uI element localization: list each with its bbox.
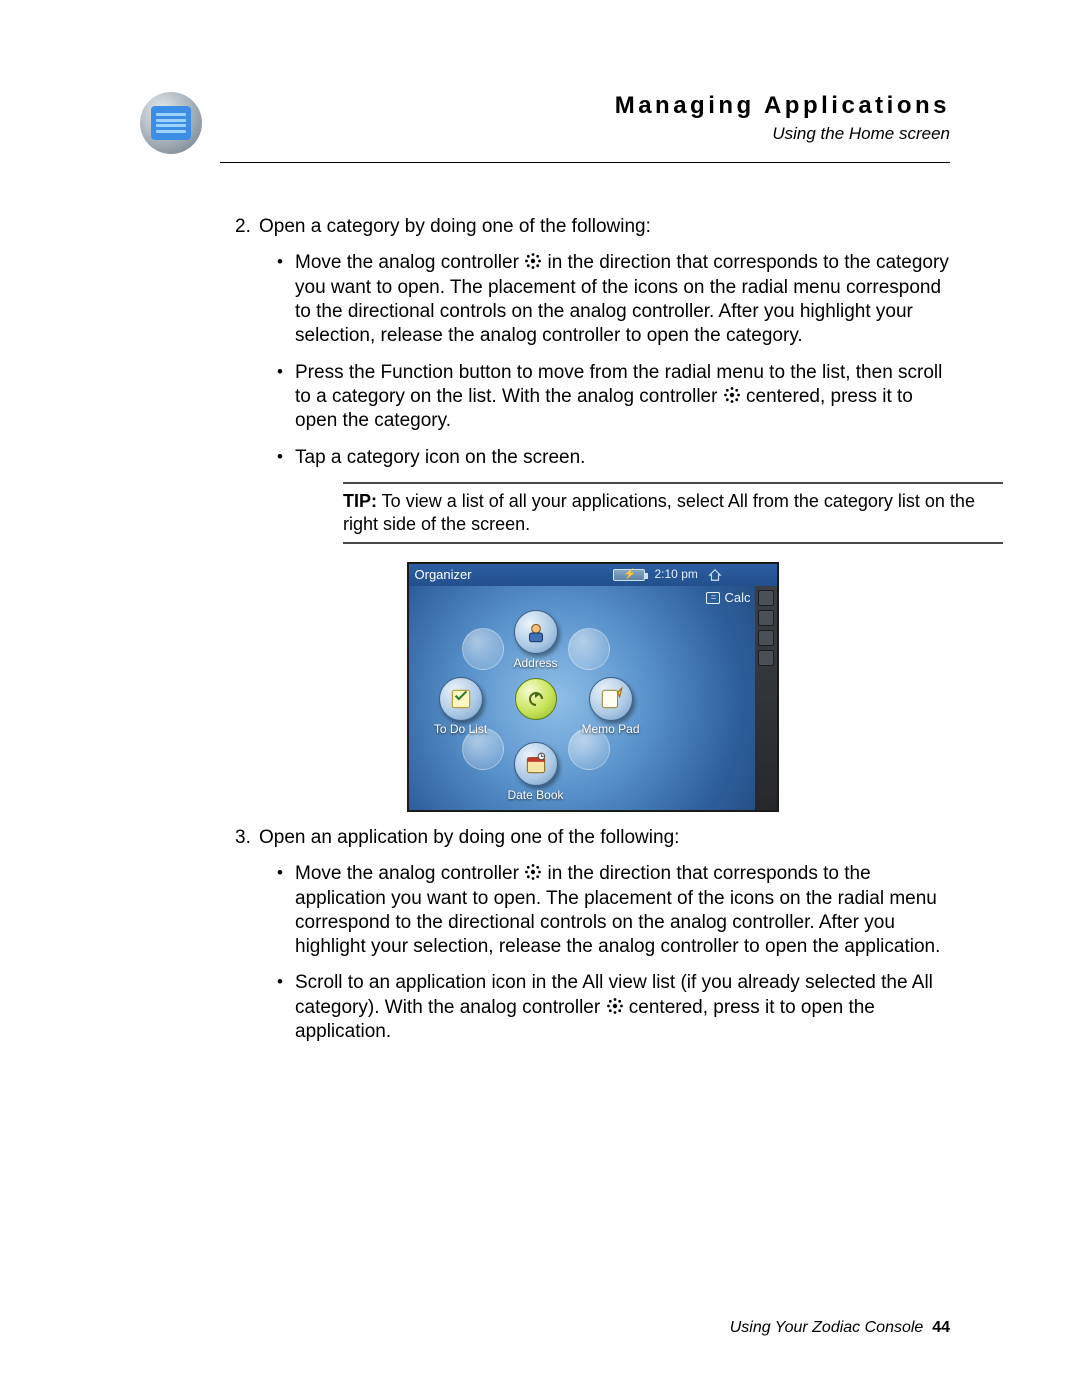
bullet-text: Press the Function button to move from t… <box>295 361 950 434</box>
list-icon <box>151 106 191 140</box>
side-button <box>758 650 774 666</box>
datebook-label: Date Book <box>496 788 576 803</box>
analog-controller-icon <box>723 386 741 404</box>
section-title: Using the Home screen <box>202 124 950 144</box>
analog-controller-icon <box>606 997 624 1015</box>
device-screenshot: Organizer ⚡ 2:10 pm = Calc <box>407 562 779 812</box>
battery-icon: ⚡ <box>613 569 645 581</box>
bullet-dot: • <box>277 971 295 1044</box>
bullet-text: Tap a category icon on the screen. <box>295 446 950 470</box>
clock-text: 2:10 pm <box>655 567 698 582</box>
bullet-dot: • <box>277 361 295 434</box>
bullet-dot: • <box>277 251 295 348</box>
side-button <box>758 590 774 606</box>
address-app-icon <box>514 610 558 654</box>
titlebar-title: Organizer <box>409 567 613 584</box>
tip-top-rule <box>343 482 1003 484</box>
page-footer: Using Your Zodiac Console 44 <box>730 1319 950 1337</box>
home-icon <box>706 566 724 584</box>
step-number: 3. <box>235 826 259 850</box>
bullet-text: Move the analog controller in the direct… <box>295 251 950 348</box>
calc-list-item: = Calc <box>706 590 750 607</box>
header-divider <box>220 162 950 163</box>
todo-app-icon <box>439 677 483 721</box>
bullet-dot: • <box>277 446 295 470</box>
radial-center-icon <box>515 678 557 720</box>
analog-controller-icon <box>524 252 542 270</box>
memo-label: Memo Pad <box>571 722 651 737</box>
datebook-app-icon <box>514 742 558 786</box>
chapter-icon <box>140 92 202 154</box>
todo-label: To Do List <box>421 722 501 737</box>
chapter-title: Managing Applications <box>202 92 950 120</box>
bullet-text: Move the analog controller in the direct… <box>295 862 950 959</box>
bullet-dot: • <box>277 862 295 959</box>
side-button <box>758 610 774 626</box>
memo-app-icon <box>589 677 633 721</box>
radial-menu: Address To Do List Memo Pad Date <box>427 602 645 792</box>
step-number: 2. <box>235 215 259 239</box>
step-lead: Open an application by doing one of the … <box>259 826 950 850</box>
device-titlebar: Organizer ⚡ 2:10 pm <box>409 564 777 586</box>
bullet-text: Scroll to an application icon in the All… <box>295 971 950 1044</box>
tip-bottom-rule <box>343 542 1003 544</box>
step-lead: Open a category by doing one of the foll… <box>259 215 950 239</box>
tip-text: TIP: To view a list of all your applicat… <box>343 490 1003 536</box>
side-button <box>758 630 774 646</box>
address-label: Address <box>496 656 576 671</box>
analog-controller-icon <box>524 863 542 881</box>
calc-icon: = <box>706 592 720 604</box>
device-side-toolbar <box>755 586 777 810</box>
